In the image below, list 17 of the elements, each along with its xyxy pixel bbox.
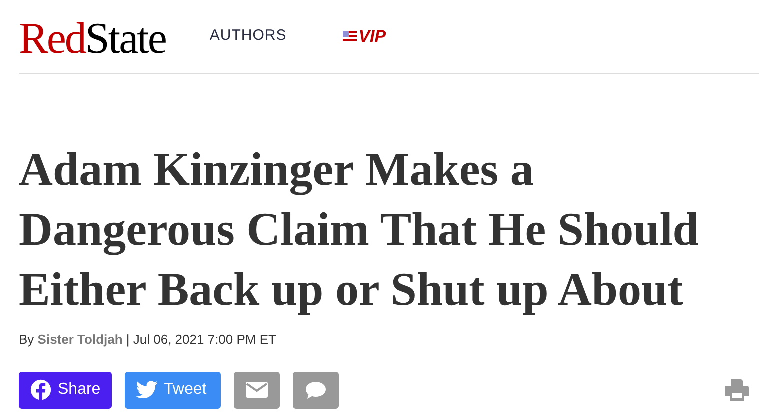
mail-icon <box>246 382 268 398</box>
article-headline: Adam Kinzinger Makes a Dangerous Claim That He Should Either Back up or Shut up About <box>19 143 700 318</box>
print-icon[interactable] <box>725 378 749 402</box>
email-button[interactable] <box>234 372 280 408</box>
speech-bubble-icon <box>305 380 327 400</box>
facebook-icon <box>30 379 52 401</box>
nav-link[interactable]: AUTHORS <box>210 25 287 48</box>
logo-text[interactable]: Red <box>19 16 86 60</box>
logo-text[interactable]: State <box>85 16 166 60</box>
comment-button[interactable] <box>293 372 339 408</box>
share-button[interactable]: Share <box>19 372 112 408</box>
byline: By Sister Toldjah | Jul 06, 2021 7:00 PM ET <box>19 331 278 349</box>
vip-link[interactable]: VIP <box>358 24 386 50</box>
flag-icon <box>342 30 357 42</box>
author-link[interactable]: Sister Toldjah <box>38 332 123 347</box>
bird-icon <box>136 381 158 399</box>
tweet-button[interactable]: Tweet <box>125 372 221 408</box>
